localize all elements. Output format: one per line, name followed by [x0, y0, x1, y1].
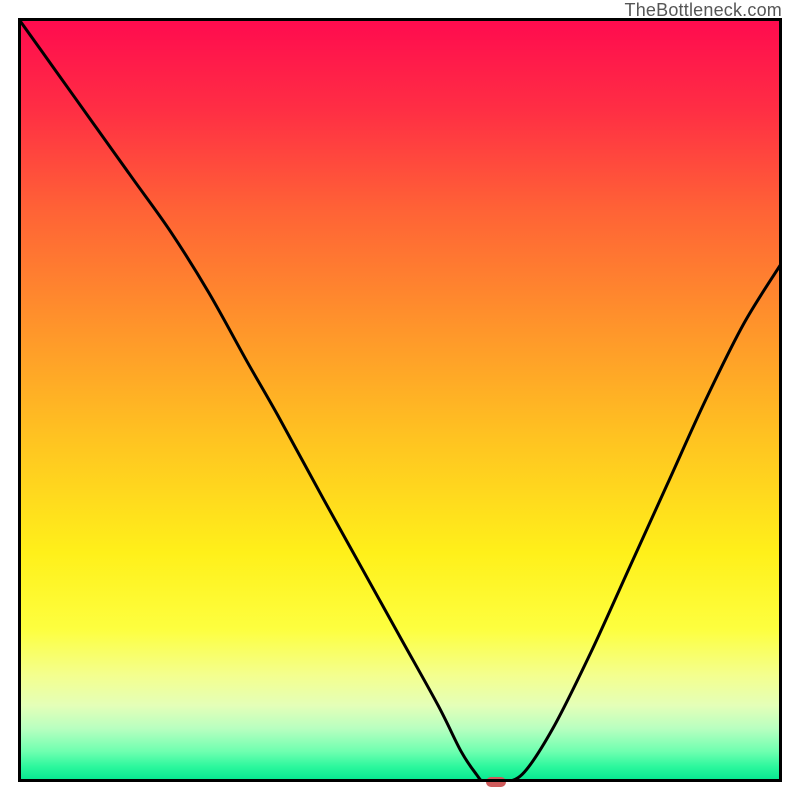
watermark-label: TheBottleneck.com: [625, 0, 782, 21]
chart-plot-area: [18, 18, 782, 782]
bottleneck-curve: [18, 18, 782, 782]
optimal-marker: [486, 777, 506, 787]
chart-curve-layer: [18, 18, 782, 782]
